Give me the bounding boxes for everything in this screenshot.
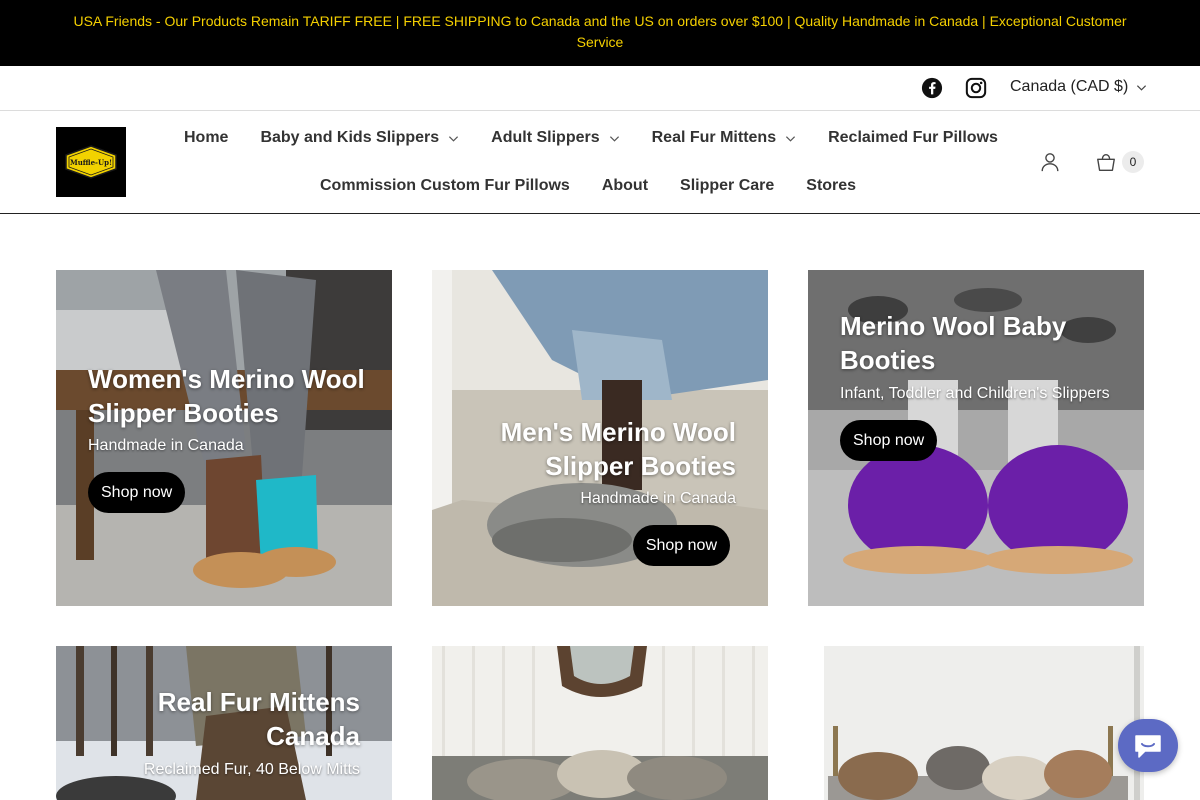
cart-icon[interactable] [1095, 151, 1117, 173]
tile-title: Women's Merino Wool Slipper Booties [88, 364, 365, 428]
nav-real-fur-mittens[interactable]: Real Fur Mittens [652, 129, 796, 147]
shop-now-button[interactable]: Shop now [88, 472, 186, 513]
tile-subtitle: Handmade in Canada [88, 437, 244, 454]
chat-icon [1135, 734, 1161, 758]
nav-stores[interactable]: Stores [806, 177, 856, 195]
nav-slipper-care[interactable]: Slipper Care [680, 177, 774, 195]
currency-label: Canada (CAD $) [1010, 78, 1129, 95]
nav-label: Baby and Kids Slippers [260, 129, 440, 146]
tile-title: Men's Merino Wool Slipper Booties [500, 417, 736, 481]
collection-tile-daybed[interactable] [808, 646, 1144, 800]
nav-home[interactable]: Home [184, 129, 228, 147]
fur-pillows-bench-photo [432, 646, 768, 800]
facebook-icon[interactable] [921, 77, 943, 99]
account-icon[interactable] [1039, 151, 1061, 173]
tile-title: Merino Wool Baby Booties [840, 311, 1067, 375]
collection-tile-baby[interactable]: Merino Wool Baby Booties Infant, Toddler… [808, 270, 1144, 606]
nav-label: Adult Slippers [491, 129, 600, 146]
nav-label: About [601, 177, 649, 194]
nav-label: Commission Custom Fur Pillows [320, 177, 570, 194]
fur-pillows-daybed-photo [808, 646, 1144, 800]
logo-mark: Muffle-Up! [65, 145, 117, 179]
nav-about[interactable]: About [602, 177, 648, 195]
utility-bar: Canada (CAD $) [0, 66, 1200, 111]
tile-subtitle: Handmade in Canada [580, 490, 736, 507]
chevron-down-icon [609, 135, 619, 142]
collection-tile-pillows[interactable] [432, 646, 768, 800]
tile-subtitle: Infant, Toddler and Children's Slippers [840, 385, 1110, 402]
cart-count-badge: 0 [1122, 151, 1144, 173]
logo-text: Muffle-Up! [70, 158, 112, 167]
main-nav-row-1: Home Baby and Kids Slippers Adult Slippe… [184, 129, 998, 147]
nav-label: Real Fur Mittens [651, 129, 777, 146]
collection-tile-womens[interactable]: Women's Merino Wool Slipper Booties Hand… [56, 270, 392, 606]
nav-baby-kids-slippers[interactable]: Baby and Kids Slippers [260, 129, 459, 147]
chat-button[interactable] [1118, 719, 1178, 772]
tile-title: Real Fur Mittens Canada [157, 687, 360, 751]
shop-now-button[interactable]: Shop now [632, 525, 730, 566]
nav-adult-slippers[interactable]: Adult Slippers [491, 129, 619, 147]
collection-tile-mittens[interactable]: Real Fur Mittens Canada Reclaimed Fur, 4… [56, 646, 392, 800]
nav-commission-custom-fur-pillows[interactable]: Commission Custom Fur Pillows [320, 177, 570, 195]
currency-selector[interactable]: Canada (CAD $) [1010, 78, 1147, 96]
nav-label: Stores [806, 177, 857, 194]
nav-label: Home [184, 129, 229, 146]
nav-label: Slipper Care [680, 177, 775, 194]
nav-label: Reclaimed Fur Pillows [828, 129, 998, 146]
chevron-down-icon [786, 135, 796, 142]
collection-tile-mens[interactable]: Men's Merino Wool Slipper Booties Handma… [432, 270, 768, 606]
store-logo[interactable]: Muffle-Up! [56, 127, 126, 197]
tile-subtitle: Reclaimed Fur, 40 Below Mitts [143, 761, 360, 778]
chevron-down-icon [449, 135, 459, 142]
main-nav-row-2: Commission Custom Fur Pillows About Slip… [320, 177, 856, 195]
instagram-icon[interactable] [965, 77, 987, 99]
nav-reclaimed-fur-pillows[interactable]: Reclaimed Fur Pillows [828, 129, 998, 147]
site-header: Muffle-Up! Home Baby and Kids Slippers A… [0, 111, 1200, 214]
chevron-down-icon [1137, 84, 1147, 91]
shop-now-button[interactable]: Shop now [840, 420, 938, 461]
announcement-bar: USA Friends - Our Products Remain TARIFF… [0, 0, 1200, 66]
announcement-text: USA Friends - Our Products Remain TARIFF… [73, 13, 1127, 50]
